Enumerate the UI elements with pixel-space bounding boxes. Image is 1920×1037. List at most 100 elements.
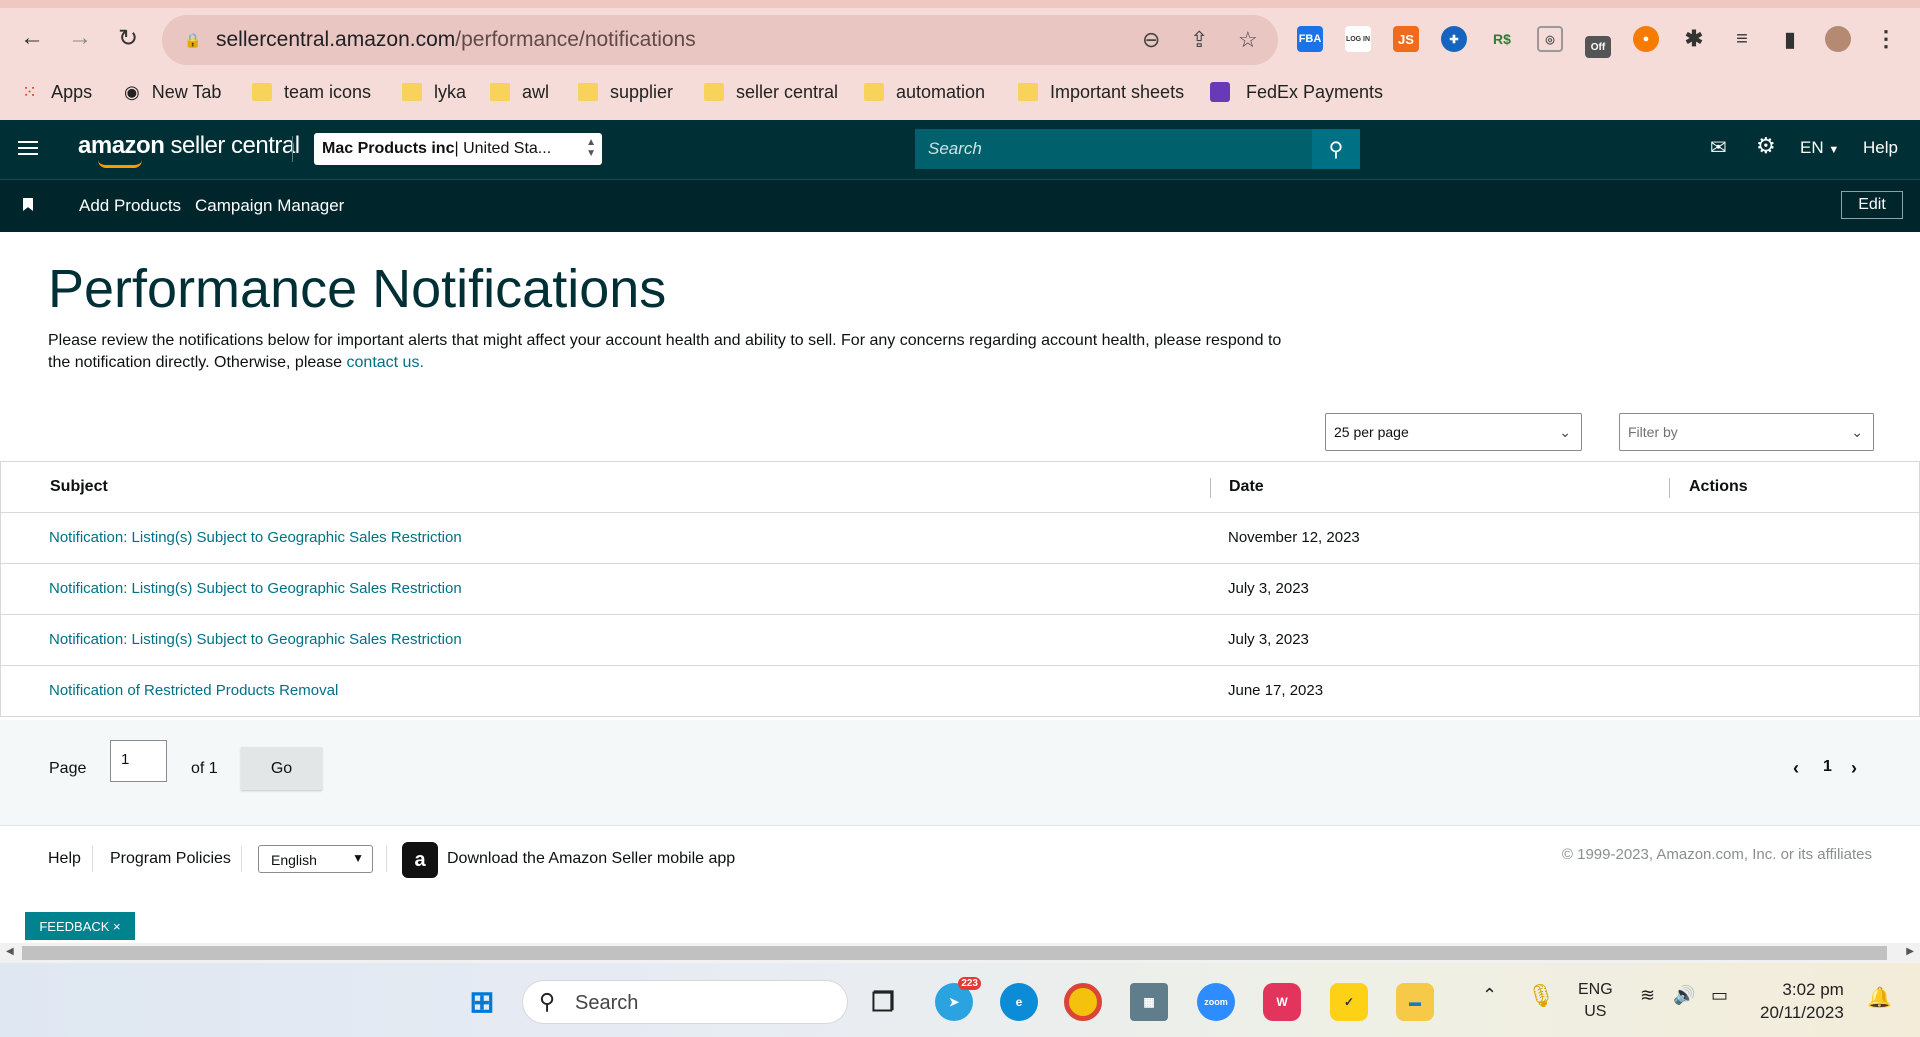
zoom-icon[interactable]: zoom xyxy=(1197,983,1235,1021)
notification-badge: 223 xyxy=(958,977,981,990)
search-input[interactable]: Search xyxy=(915,129,1312,169)
bookmark-lyka[interactable]: lyka xyxy=(402,76,466,108)
zoom-icon[interactable]: ⊖ xyxy=(1142,27,1160,53)
header-search[interactable]: Search ⚲ xyxy=(915,129,1360,169)
apps-grid-icon: ⁙ xyxy=(22,81,38,102)
puzzle-icon[interactable]: ✱ xyxy=(1681,26,1707,52)
notification-subject-link[interactable]: Notification: Listing(s) Subject to Geog… xyxy=(49,529,462,546)
task-view-icon[interactable]: ❐ xyxy=(864,983,902,1021)
chevron-down-icon: ⌄ xyxy=(1851,424,1863,440)
folder-icon xyxy=(402,83,422,101)
bookmark-new-tab[interactable]: ◉ New Tab xyxy=(124,76,221,108)
download-app-link[interactable]: Download the Amazon Seller mobile app xyxy=(447,850,735,868)
back-arrow-icon[interactable]: ← xyxy=(14,20,50,56)
go-button[interactable]: Go xyxy=(241,747,322,790)
profile-avatar[interactable] xyxy=(1825,26,1851,52)
per-page-select[interactable]: 25 per page ⌄ xyxy=(1325,413,1582,451)
bookmark-important-sheets[interactable]: Important sheets xyxy=(1018,76,1184,108)
bookmark-seller-central[interactable]: seller central xyxy=(704,76,838,108)
edit-button[interactable]: Edit xyxy=(1841,191,1903,219)
notification-date: November 12, 2023 xyxy=(1228,529,1360,546)
battery-icon[interactable]: ▭ xyxy=(1711,985,1728,1006)
horizontal-scrollbar[interactable]: ◀ ▶ xyxy=(0,943,1920,963)
login-extension-icon[interactable]: LOG IN xyxy=(1345,26,1371,52)
filter-select[interactable]: Filter by ⌄ xyxy=(1619,413,1874,451)
volume-icon[interactable]: 🔊 xyxy=(1673,985,1695,1006)
media-icon[interactable]: ≡ xyxy=(1729,26,1755,52)
sticky-notes-icon[interactable]: ✓ xyxy=(1330,983,1368,1021)
extension-blue-icon[interactable]: ✚ xyxy=(1441,26,1467,52)
column-date[interactable]: Date xyxy=(1229,478,1264,496)
url-text[interactable]: sellercentral.amazon.com/performance/not… xyxy=(216,28,696,52)
rs-extension-icon[interactable]: R$ xyxy=(1489,26,1515,52)
input-language[interactable]: ENG US xyxy=(1578,979,1613,1023)
current-page[interactable]: 1 xyxy=(1823,758,1832,776)
taskbar-search[interactable]: ⚲ Search xyxy=(522,980,848,1024)
prev-page-icon[interactable]: ‹ xyxy=(1793,758,1799,779)
forward-arrow-icon[interactable]: → xyxy=(62,20,98,56)
table-header: Subject Date Actions xyxy=(0,462,1920,513)
next-page-icon[interactable]: › xyxy=(1851,758,1857,779)
chevron-up-icon[interactable]: ⌃ xyxy=(1482,985,1497,1006)
forms-icon xyxy=(1210,82,1230,102)
notification-subject-link[interactable]: Notification: Listing(s) Subject to Geog… xyxy=(49,631,462,648)
clock[interactable]: 3:02 pm 20/11/2023 xyxy=(1760,978,1844,1024)
seller-central-logo[interactable]: amazon seller central xyxy=(78,132,300,168)
telegram-icon[interactable]: ➤ 223 xyxy=(935,977,981,1021)
notification-subject-link[interactable]: Notification of Restricted Products Remo… xyxy=(49,682,338,699)
calculator-icon[interactable]: ▦ xyxy=(1130,983,1168,1021)
table-row: Notification: Listing(s) Subject to Geog… xyxy=(0,615,1920,666)
campaign-manager-link[interactable]: Campaign Manager xyxy=(195,196,344,216)
windows-start-icon[interactable]: ⊞ xyxy=(463,983,501,1021)
bookmark-awl[interactable]: awl xyxy=(490,76,549,108)
wifi-icon[interactable]: ≋ xyxy=(1640,985,1655,1006)
bookmark-team-icons[interactable]: team icons xyxy=(252,76,371,108)
microphone-icon[interactable]: 🎙 xyxy=(1527,983,1555,1009)
bookmark-icon[interactable] xyxy=(23,198,33,211)
reload-icon[interactable]: ↻ xyxy=(110,20,146,56)
address-bar[interactable]: 🔒 sellercentral.amazon.com/performance/n… xyxy=(162,15,1278,65)
chrome-icon[interactable] xyxy=(1064,983,1102,1021)
help-link[interactable]: Help xyxy=(1863,138,1898,158)
bookmark-supplier[interactable]: supplier xyxy=(578,76,673,108)
program-policies-link[interactable]: Program Policies xyxy=(110,850,231,868)
language-selector[interactable]: EN ▼ xyxy=(1800,138,1839,158)
footer-language-select[interactable]: English ▼ xyxy=(258,845,373,873)
windows-taskbar: ⊞ ⚲ Search ❐ ➤ 223 e ▦ zoom W ✓ ▬ ⌃ 🎙 ENG… xyxy=(0,963,1920,1037)
menu-dots-icon[interactable]: ⋮ xyxy=(1873,26,1899,52)
amazon-app-icon[interactable]: a xyxy=(402,842,438,878)
folder-icon xyxy=(252,83,272,101)
extension-orange-icon[interactable]: ● xyxy=(1633,26,1659,52)
notification-date: July 3, 2023 xyxy=(1228,580,1309,597)
mail-icon[interactable]: ✉ xyxy=(1710,135,1727,160)
footer-help-link[interactable]: Help xyxy=(48,850,81,868)
share-icon[interactable]: ⇪ xyxy=(1190,27,1208,53)
notification-subject-link[interactable]: Notification: Listing(s) Subject to Geog… xyxy=(49,580,462,597)
off-extension-icon[interactable]: Off xyxy=(1585,36,1611,58)
notification-bell-icon[interactable]: 🔔 xyxy=(1867,985,1892,1010)
store-selector[interactable]: Mac Products inc | United Sta... ▲ ▼ xyxy=(314,133,602,165)
search-icon[interactable]: ⚲ xyxy=(1312,129,1360,169)
table-row: Notification of Restricted Products Remo… xyxy=(0,666,1920,717)
globe-icon: ◉ xyxy=(124,81,140,102)
add-products-link[interactable]: Add Products xyxy=(79,196,181,216)
contact-us-link[interactable]: contact us. xyxy=(347,354,424,371)
fba-extension-icon[interactable]: FBA xyxy=(1297,26,1323,52)
bookmark-apps[interactable]: ⁙ Apps xyxy=(22,76,92,108)
hamburger-menu-icon[interactable] xyxy=(18,141,38,157)
star-icon[interactable]: ☆ xyxy=(1238,27,1258,53)
edge-icon[interactable]: e xyxy=(1000,983,1038,1021)
side-panel-icon[interactable]: ▮ xyxy=(1777,26,1803,52)
file-explorer-icon[interactable]: ▬ xyxy=(1396,983,1434,1021)
seller-central-header: amazon seller central Mac Products inc |… xyxy=(0,120,1920,179)
js-extension-icon[interactable]: JS xyxy=(1393,26,1419,52)
feedback-button[interactable]: FEEDBACK × xyxy=(25,912,135,940)
bookmark-automation[interactable]: automation xyxy=(864,76,985,108)
column-subject[interactable]: Subject xyxy=(50,478,108,496)
gear-icon[interactable]: ⚙ xyxy=(1756,133,1776,159)
bookmark-fedex-payments[interactable]: FedEx Payments xyxy=(1210,76,1383,108)
wps-icon[interactable]: W xyxy=(1263,983,1301,1021)
folder-icon xyxy=(490,83,510,101)
page-number-input[interactable]: 1 xyxy=(110,740,167,782)
extension-gray-icon[interactable]: ◎ xyxy=(1537,26,1563,52)
